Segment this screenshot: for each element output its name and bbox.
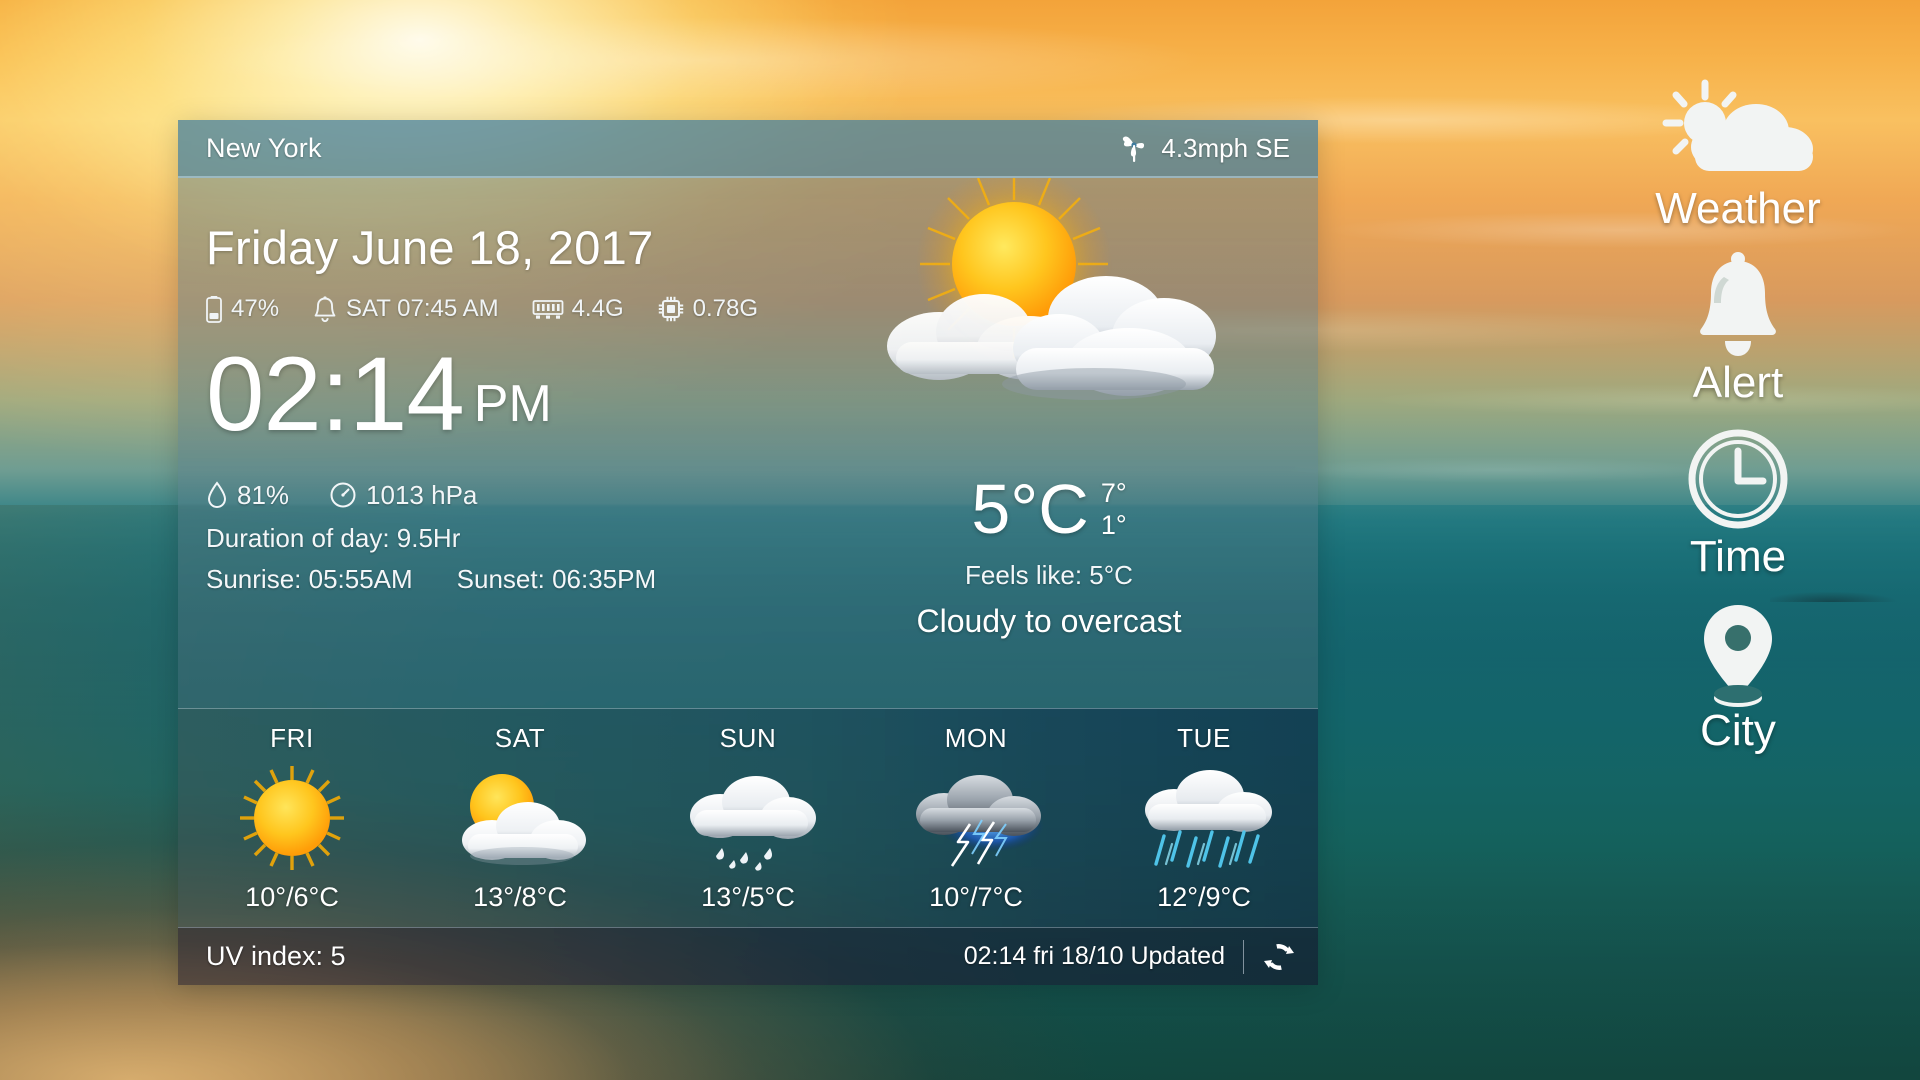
- widget-body: Friday June 18, 2017 47% SAT 07:45 AM 4.…: [178, 178, 1318, 708]
- city-name[interactable]: New York: [206, 133, 322, 164]
- forecast-day-temps: 10°/6°C: [245, 882, 339, 912]
- cpu-status[interactable]: 0.78G: [658, 295, 758, 323]
- current-temperature: 5°C: [971, 470, 1089, 548]
- humidity-pressure-row: 81% 1013 hPa: [206, 480, 758, 511]
- forecast-day-name: FRI: [270, 723, 314, 753]
- forecast-day[interactable]: TUE 12°/9°C: [1090, 709, 1318, 927]
- forecast-day-name: MON: [944, 723, 1008, 753]
- sidebar-label-city: City: [1700, 706, 1776, 755]
- barometer-icon: [329, 481, 357, 509]
- bell-icon: [1683, 252, 1793, 362]
- partly-cloudy-icon: [440, 760, 600, 878]
- uv-index: UV index: 5: [206, 941, 346, 971]
- widget-left-column: Friday June 18, 2017 47% SAT 07:45 AM 4.…: [206, 178, 758, 595]
- humidity-value: 81%: [237, 479, 290, 510]
- widget-footer: UV index: 5 02:14 fri 18/10 Updated: [178, 927, 1318, 985]
- ram-icon: [532, 298, 563, 320]
- clock-ampm: PM: [473, 374, 552, 433]
- alarm-bell-icon: [313, 295, 337, 323]
- widget-right-column: 5°C 7° 1° Feels like: 5°C Cloudy to over…: [814, 178, 1284, 640]
- wind-speed-text: 4.3mph SE: [1161, 132, 1290, 163]
- pressure-value: 1013 hPa: [366, 479, 478, 510]
- ram-status[interactable]: 4.4G: [532, 295, 624, 323]
- duration-of-day: Duration of day: 9.5Hr: [206, 522, 461, 553]
- temperature-low: 1°: [1100, 509, 1127, 540]
- heavy-rain-icon: [1124, 760, 1284, 878]
- sidebar-label-time: Time: [1689, 532, 1787, 581]
- forecast-day-temps: 13°/5°C: [701, 882, 795, 912]
- forecast-row: FRI 10°/6°C SAT 13°/8°C SUN 13°/5°C MON …: [178, 708, 1318, 927]
- footer-separator: [1243, 939, 1244, 974]
- wind-indicator: 4.3mph SE: [1119, 132, 1290, 164]
- humidity-stat: 81%: [206, 480, 289, 511]
- alarm-value: SAT 07:45 AM: [346, 295, 499, 322]
- sunny-icon: [212, 760, 372, 878]
- forecast-day-temps: 12°/9°C: [1157, 882, 1251, 912]
- temperature-high: 7°: [1100, 478, 1127, 508]
- pressure-stat: 1013 hPa: [329, 480, 477, 511]
- forecast-day-name: SAT: [494, 723, 546, 753]
- feels-like: Feels like: 5°C: [965, 560, 1133, 590]
- forecast-day[interactable]: SAT 13°/8°C: [406, 709, 634, 927]
- widget-header: New York 4.3mph SE: [178, 120, 1318, 178]
- forecast-day[interactable]: MON 10°/7°C: [862, 709, 1090, 927]
- current-date: Friday June 18, 2017: [206, 221, 654, 274]
- clock-time: 02:14: [206, 336, 465, 453]
- weather-condition: Cloudy to overcast: [916, 603, 1182, 639]
- temperature-high-low: 7° 1°: [1101, 478, 1127, 542]
- pinwheel-icon: [1119, 132, 1149, 164]
- sunset-time: Sunset: 06:35PM: [456, 563, 657, 594]
- forecast-day-name: TUE: [1177, 723, 1231, 753]
- sidebar-item-time[interactable]: Time: [1623, 426, 1853, 582]
- battery-status[interactable]: 47%: [206, 295, 279, 323]
- ram-value: 4.4G: [571, 295, 624, 322]
- sidebar-label-alert: Alert: [1692, 358, 1784, 407]
- sidebar-label-weather: Weather: [1655, 184, 1821, 233]
- thunderstorm-icon: [896, 760, 1056, 878]
- sunrise-time: Sunrise: 05:55AM: [206, 563, 413, 594]
- sidebar-item-weather[interactable]: Weather: [1623, 78, 1853, 234]
- rain-icon: [668, 760, 828, 878]
- battery-icon: [206, 295, 222, 323]
- sun-times-row: Sunrise: 05:55AM Sunset: 06:35PM: [206, 564, 758, 595]
- system-status-row: 47% SAT 07:45 AM 4.4G 0.78G: [206, 295, 758, 323]
- cpu-icon: [658, 296, 684, 322]
- water-drop-icon: [206, 481, 228, 509]
- battery-value: 47%: [231, 295, 280, 322]
- sidebar-item-city[interactable]: City: [1623, 600, 1853, 756]
- alarm-status[interactable]: SAT 07:45 AM: [313, 295, 499, 323]
- forecast-day[interactable]: SUN 13°/5°C: [634, 709, 862, 927]
- map-pin-icon: [1683, 600, 1793, 710]
- forecast-day-temps: 10°/7°C: [929, 882, 1023, 912]
- clock-display[interactable]: 02:14 PM: [206, 336, 758, 453]
- cpu-value: 0.78G: [692, 295, 758, 322]
- last-updated: 02:14 fri 18/10 Updated: [963, 942, 1225, 970]
- sun-cloud-icon: [1653, 78, 1823, 188]
- weather-widget[interactable]: New York 4.3mph SE Friday June 18, 2017 …: [178, 120, 1318, 985]
- forecast-day[interactable]: FRI 10°/6°C: [178, 709, 406, 927]
- current-temperature-row: 5°C 7° 1°: [814, 474, 1284, 544]
- forecast-day-name: SUN: [719, 723, 777, 753]
- forecast-day-temps: 13°/8°C: [473, 882, 567, 912]
- refresh-icon[interactable]: [1262, 940, 1296, 974]
- current-weather-icon-wrap: [814, 178, 1284, 478]
- sidebar-menu: Weather Alert Time City: [1598, 78, 1878, 756]
- footer-right: 02:14 fri 18/10 Updated: [963, 939, 1296, 974]
- sidebar-item-alert[interactable]: Alert: [1623, 252, 1853, 408]
- clock-icon: [1683, 426, 1793, 536]
